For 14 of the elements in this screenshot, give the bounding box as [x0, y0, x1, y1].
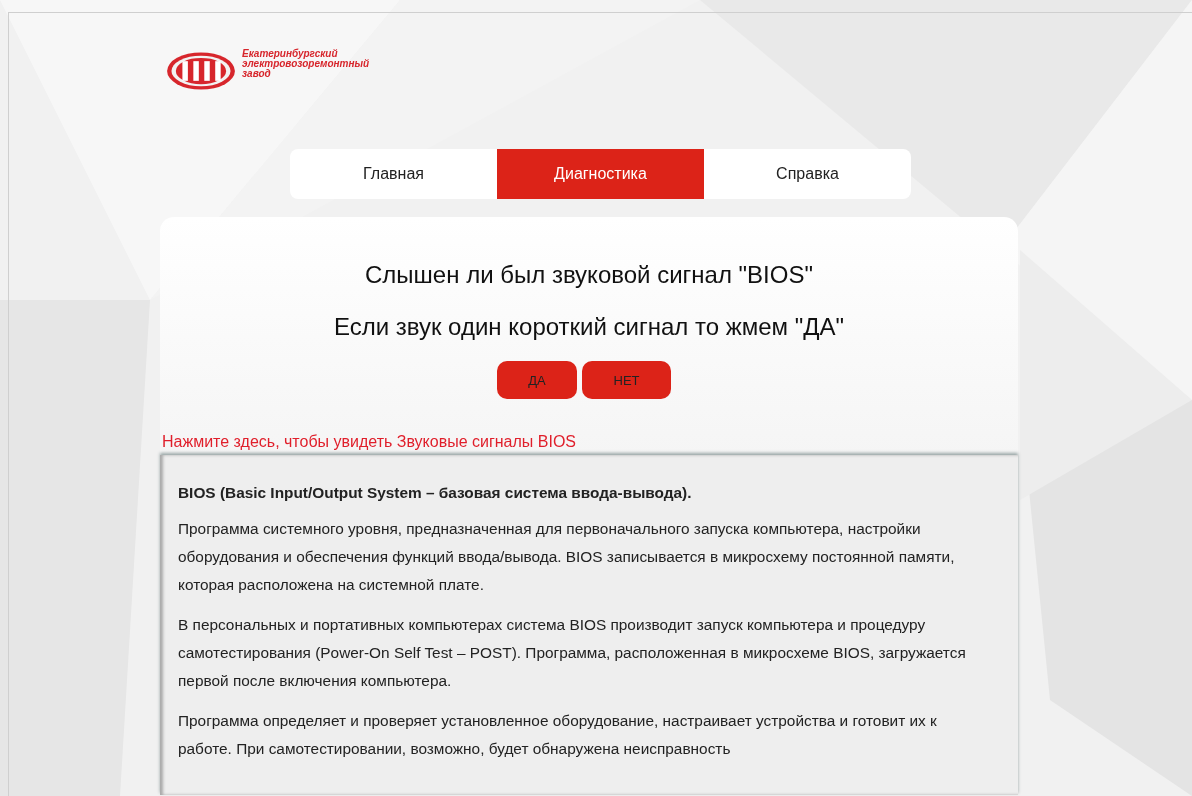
nav-tab[interactable]: Диагностика	[497, 149, 704, 199]
info-paragraph: Программа определяет и проверяет установленное оборудование, настраивает устройства и готовит их к работе. При самотестировании, возможно, будет обнаружена неисправность	[178, 711, 938, 759]
company-name: Екатеринбургский электровозоремонтный завод	[242, 49, 370, 79]
nav-tab[interactable]: Главная	[290, 149, 497, 199]
nav-tab[interactable]: Справка	[704, 149, 911, 199]
beep-codes-link[interactable]: Нажмите здесь, чтобы увидеть Звуковые сигналы BIOS	[162, 433, 577, 451]
info-heading: BIOS (Basic Input/Output System – базовая система ввода-вывода).	[178, 483, 693, 503]
question-hint: Если звук один короткий сигнал то жмем "ДА"	[332, 313, 846, 341]
answer-button[interactable]: ДА	[497, 361, 577, 399]
question-title: Слышен ли был звуковой сигнал "BIOS"	[364, 261, 814, 289]
answer-button[interactable]: НЕТ	[582, 361, 671, 399]
info-paragraph: Программа системного уровня, предназначенная для первоначального запуска компьютера, настройки оборудования и обеспечения функций ввода/вывода. BIOS записывается в микросхему постоянной памяти, которая расположена на системной плате.	[178, 519, 956, 595]
info-paragraph: В персональных и портативных компьютерах система BIOS производит запуск компьютера и процедуру самотестирования (Power-On Self Test – POST). Программа, расположенная в микросхеме BIOS, загружается первой после включения компьютера.	[178, 615, 967, 691]
logo-icon	[166, 51, 236, 91]
